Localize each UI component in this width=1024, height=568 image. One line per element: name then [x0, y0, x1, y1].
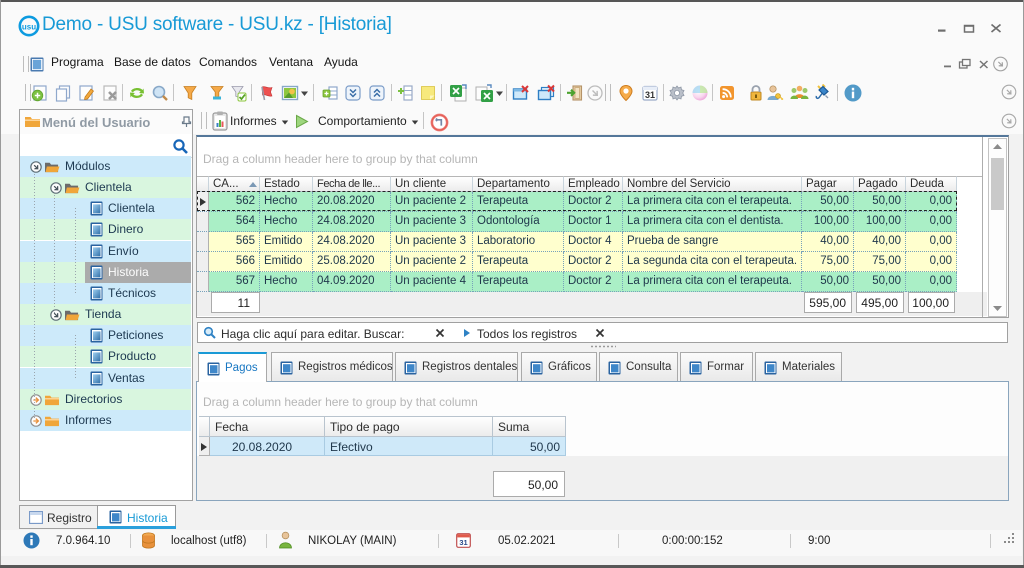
svg-text:31: 31 — [459, 538, 467, 547]
svg-text:usu: usu — [22, 23, 36, 32]
svg-text:31: 31 — [645, 90, 655, 100]
